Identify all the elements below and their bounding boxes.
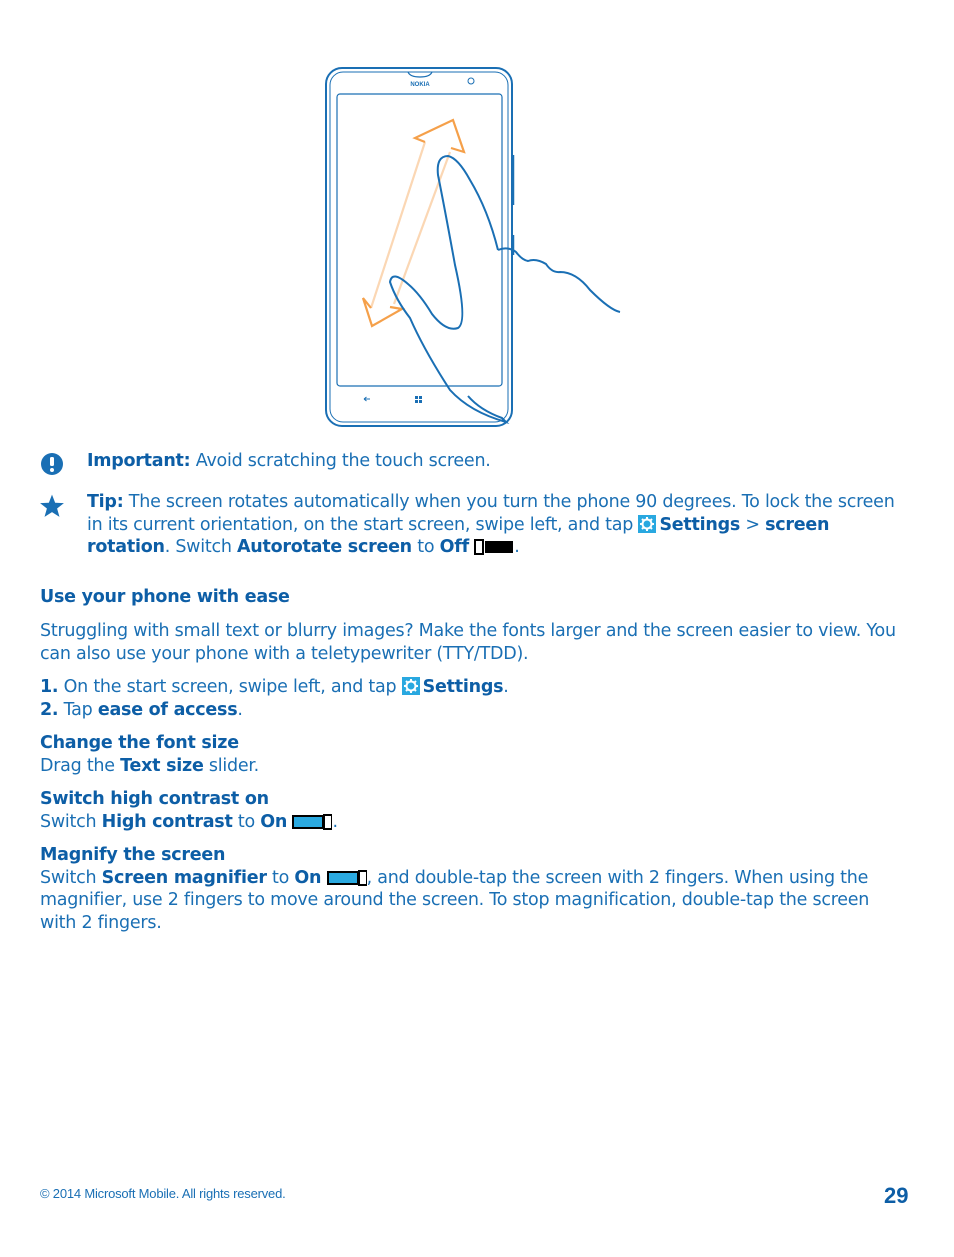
phone-screen (336, 93, 503, 387)
magnify-title: Magnify the screen (40, 845, 226, 865)
step-1: 1. On the start screen, swipe left, and … (40, 677, 509, 697)
manual-page: NOKIA Important: Avoid scratching the to… (0, 0, 954, 1257)
copyright: © 2014 Microsoft Mobile. All rights rese… (40, 1186, 286, 1201)
important-label: Important: (87, 451, 191, 471)
steps-list: 1. On the start screen, swipe left, and … (40, 676, 509, 721)
nokia-logo: NOKIA (410, 82, 430, 88)
phone-nav-icons (363, 396, 422, 403)
font-size-title: Change the font size (40, 733, 239, 753)
settings-gear-icon (638, 514, 657, 533)
phone-pinch-illustration: NOKIA (325, 67, 621, 427)
toggle-on-icon (292, 813, 333, 830)
section-intro: Struggling with small text or blurry ima… (40, 621, 896, 664)
tip-note: Tip: The screen rotates automatically wh… (87, 492, 895, 557)
hand-outline (388, 154, 621, 424)
back-icon (363, 396, 370, 402)
tip-label: Tip: (87, 492, 124, 512)
high-contrast-section: Switch high contrast on Switch High cont… (40, 789, 338, 832)
toggle-off-icon (474, 539, 514, 555)
star-icon (40, 494, 64, 517)
magnify-section: Magnify the screen Switch Screen magnifi… (40, 844, 930, 934)
toggle-on-icon (326, 869, 367, 886)
phone-outline (325, 67, 513, 427)
exclamation-icon (41, 453, 63, 475)
section-title: Use your phone with ease (40, 587, 290, 607)
step-2: 2. Tap ease of access. (40, 699, 243, 720)
font-size-section: Change the font size Drag the Text size … (40, 733, 259, 776)
important-note: Important: Avoid scratching the touch sc… (87, 451, 491, 471)
pinch-arrow (361, 118, 466, 328)
page-number: 29 (884, 1183, 909, 1208)
high-contrast-title: Switch high contrast on (40, 789, 269, 809)
settings-gear-icon (401, 677, 420, 695)
